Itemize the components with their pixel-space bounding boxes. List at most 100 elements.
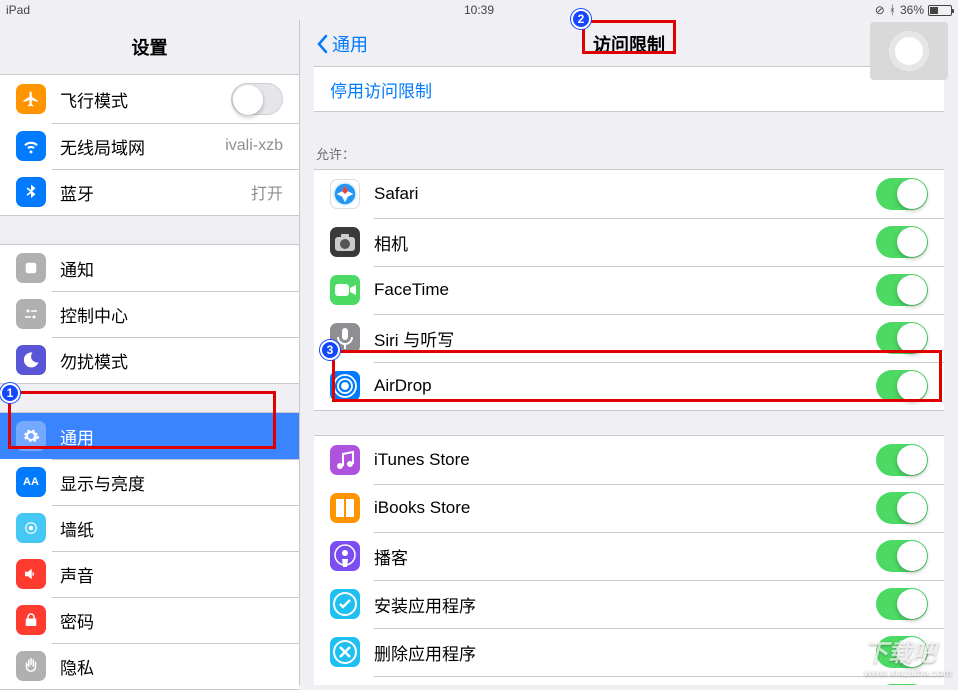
sidebar-group-general: 通用 AA 显示与亮度 墙纸 声音 密码 隐私 — [0, 412, 299, 690]
row-label: 无线局域网 — [60, 134, 225, 159]
row-label: 控制中心 — [60, 302, 283, 327]
install-toggle[interactable] — [876, 588, 928, 620]
sidebar-item-bluetooth[interactable]: 蓝牙 打开 — [0, 169, 299, 215]
row-label: 密码 — [60, 608, 283, 633]
gear-icon — [16, 421, 46, 451]
podcasts-icon — [330, 541, 360, 571]
delete-icon — [330, 637, 360, 667]
install-icon — [330, 589, 360, 619]
disable-restrictions-button[interactable]: 停用访问限制 — [314, 67, 944, 111]
ibooks-icon — [330, 493, 360, 523]
airplane-icon — [16, 84, 46, 114]
podcasts-toggle[interactable] — [876, 540, 928, 572]
row-label: iTunes Store — [374, 450, 876, 470]
restriction-item-camera: 相机 — [314, 218, 944, 266]
row-label: 通知 — [60, 256, 283, 281]
back-button[interactable]: 通用 — [316, 31, 368, 57]
disable-group: 停用访问限制 — [314, 66, 944, 112]
row-detail: ivali-xzb — [225, 137, 283, 155]
allow-header: 允许： — [300, 136, 958, 169]
speaker-icon — [16, 559, 46, 589]
restriction-item-iap: AApp 内购买项目 — [314, 676, 944, 685]
safari-toggle[interactable] — [876, 178, 928, 210]
itunes-icon — [330, 445, 360, 475]
row-label: 安装应用程序 — [374, 592, 876, 617]
airplane-toggle[interactable] — [231, 83, 283, 115]
battery-pct: 36% — [900, 3, 924, 17]
sidebar-item-privacy[interactable]: 隐私 — [0, 643, 299, 689]
moon-icon — [16, 345, 46, 375]
ibooks-toggle[interactable] — [876, 492, 928, 524]
row-label: 飞行模式 — [60, 87, 231, 112]
sidebar-item-sounds[interactable]: 声音 — [0, 551, 299, 597]
control-center-icon — [16, 299, 46, 329]
row-label: 通用 — [60, 424, 283, 449]
row-label: 相机 — [374, 230, 876, 255]
annotation-badge-1: 1 — [0, 383, 20, 403]
airdrop-icon — [330, 371, 360, 401]
restriction-item-safari: Safari — [314, 170, 944, 218]
row-label: Siri 与听写 — [374, 326, 876, 351]
delete-toggle[interactable] — [876, 636, 928, 668]
row-label: 显示与亮度 — [60, 470, 283, 495]
status-right: ⊘ ᚼ 36% — [875, 3, 952, 17]
sidebar-title: 设置 — [0, 20, 299, 74]
sidebar-item-airplane[interactable]: 飞行模式 — [0, 75, 299, 123]
settings-sidebar: 设置 飞行模式 无线局域网 ivali-xzb 蓝牙 打开 通知 — [0, 20, 300, 685]
row-detail: 打开 — [251, 180, 283, 204]
wallpaper-icon — [16, 513, 46, 543]
status-bar: iPad 10:39 ⊘ ᚼ 36% — [0, 0, 958, 20]
nav-bar: 通用 访问限制 — [300, 20, 958, 66]
camera-thumbnail — [870, 22, 948, 80]
row-label: 停用访问限制 — [330, 77, 928, 102]
restriction-item-itunes: iTunes Store — [314, 436, 944, 484]
itunes-toggle[interactable] — [876, 444, 928, 476]
row-label: 蓝牙 — [60, 180, 251, 205]
row-label: 隐私 — [60, 654, 283, 679]
battery-icon — [928, 5, 952, 16]
restriction-item-podcasts: 播客 — [314, 532, 944, 580]
orientation-lock-icon: ⊘ — [875, 3, 885, 17]
restriction-item-install: 安装应用程序 — [314, 580, 944, 628]
store-group: iTunes Store iBooks Store 播客安装应用程序删除应用程序AA… — [314, 435, 944, 685]
row-label: 声音 — [60, 562, 283, 587]
row-label: AirDrop — [374, 376, 876, 396]
row-label: 墙纸 — [60, 516, 283, 541]
sidebar-item-display[interactable]: AA 显示与亮度 — [0, 459, 299, 505]
restriction-item-airdrop: AirDrop — [314, 362, 944, 410]
facetime-icon — [330, 275, 360, 305]
sidebar-item-passcode[interactable]: 密码 — [0, 597, 299, 643]
sidebar-item-control-center[interactable]: 控制中心 — [0, 291, 299, 337]
sidebar-item-wallpaper[interactable]: 墙纸 — [0, 505, 299, 551]
sidebar-item-dnd[interactable]: 勿扰模式 — [0, 337, 299, 383]
restriction-item-siri: Siri 与听写 — [314, 314, 944, 362]
restriction-item-ibooks: iBooks Store — [314, 484, 944, 532]
annotation-badge-2: 2 — [571, 9, 591, 29]
row-label: FaceTime — [374, 280, 876, 300]
chevron-left-icon — [316, 34, 328, 54]
wifi-icon — [16, 131, 46, 161]
row-label: Safari — [374, 184, 876, 204]
row-label: iBooks Store — [374, 498, 876, 518]
detail-pane: 通用 访问限制 停用访问限制 允许： Safari 相机 FaceTime Siri … — [300, 20, 958, 685]
facetime-toggle[interactable] — [876, 274, 928, 306]
safari-icon — [330, 179, 360, 209]
notifications-icon — [16, 253, 46, 283]
restriction-item-delete: 删除应用程序 — [314, 628, 944, 676]
sidebar-item-notifications[interactable]: 通知 — [0, 245, 299, 291]
camera-toggle[interactable] — [876, 226, 928, 258]
hand-icon — [16, 651, 46, 681]
row-label: 播客 — [374, 544, 876, 569]
status-time: 10:39 — [464, 3, 494, 17]
device-label: iPad — [6, 3, 30, 17]
sidebar-item-general[interactable]: 通用 — [0, 413, 299, 459]
sidebar-group-network: 飞行模式 无线局域网 ivali-xzb 蓝牙 打开 — [0, 74, 299, 216]
page-title: 访问限制 — [593, 31, 665, 57]
row-label: 勿扰模式 — [60, 348, 283, 373]
allow-group: Safari 相机 FaceTime Siri 与听写 AirDrop — [314, 169, 944, 411]
lock-icon — [16, 605, 46, 635]
airdrop-toggle[interactable] — [876, 370, 928, 402]
siri-toggle[interactable] — [876, 322, 928, 354]
sidebar-group-notifications: 通知 控制中心 勿扰模式 — [0, 244, 299, 384]
sidebar-item-wifi[interactable]: 无线局域网 ivali-xzb — [0, 123, 299, 169]
